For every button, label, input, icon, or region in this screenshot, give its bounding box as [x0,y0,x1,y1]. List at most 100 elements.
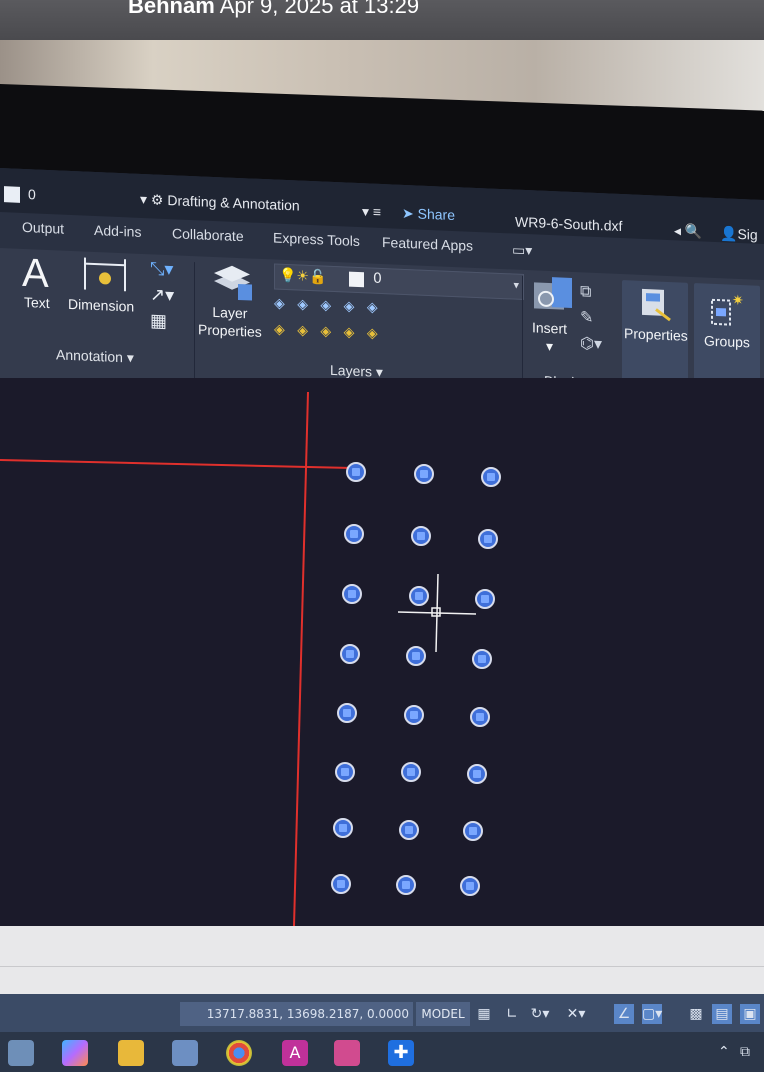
layers-panel-label: Layers [330,361,373,380]
command-line-area[interactable] [0,926,764,996]
dimension-tool-icon[interactable] [82,253,128,295]
drawing-canvas[interactable] [0,378,764,938]
tab-express-tools[interactable]: Express Tools [273,229,360,249]
chevron-down-icon: ▾ [513,278,519,292]
gear-icon: ⚙ [150,191,164,208]
point-node[interactable] [406,646,426,666]
share-button[interactable]: ➤ Share [402,205,455,224]
search-icon[interactable]: ◂ 🔍 [674,222,702,240]
office-app-icon[interactable] [172,1040,198,1066]
lightbulb-icon: 💡☀🔓 [279,267,327,286]
tab-overflow-icon[interactable]: ▭▾ [512,241,532,259]
point-node[interactable] [396,875,416,895]
point-node[interactable] [481,467,501,487]
point-node[interactable] [401,762,421,782]
chevron-down-icon: ▾ [140,190,151,208]
share-label: Share [417,205,455,224]
svg-text:✷: ✷ [732,293,744,309]
model-space-button[interactable]: MODEL [416,1002,470,1026]
selection-icon[interactable]: ▢▾ [642,1004,662,1024]
block-tools-icon[interactable]: ⧉ ✎ ⌬▾ [580,278,602,357]
properties-icon [642,288,671,322]
workspace-switcher[interactable]: ▾ ⚙ Drafting & Annotation [140,191,300,215]
isolate-icon[interactable]: ▣ [740,1004,760,1024]
insert-label[interactable]: Insert ▾ [532,318,567,355]
file-explorer-icon[interactable] [118,1040,144,1066]
message-header: Behnam Apr 9, 2025 at 13:29 [0,0,764,40]
point-node[interactable] [463,821,483,841]
point-node[interactable] [467,764,487,784]
tab-featured-apps[interactable]: Featured Apps [382,234,473,254]
leader-icon[interactable]: ⤡▾ [150,258,173,280]
lineweight-icon[interactable]: ∠ [614,1004,634,1024]
point-node[interactable] [475,589,495,609]
coordinates-readout: 13717.8831, 13698.2187, 0.0000 [180,1002,413,1026]
copilot-icon[interactable] [62,1040,88,1066]
chevron-up-icon[interactable]: ⌃ [718,1044,730,1060]
point-node[interactable] [404,705,424,725]
point-node[interactable] [472,649,492,669]
osnap-icon[interactable]: ✕▾ [566,1004,586,1024]
app-icon[interactable] [334,1040,360,1066]
sender-name: Behnam [128,0,215,18]
point-node[interactable] [414,464,434,484]
point-node[interactable] [346,462,366,482]
annotation-panel-title[interactable]: Annotation ▾ [56,346,134,366]
quick-access-dropdown[interactable]: ▾ ≡ [362,203,381,221]
file-name: WR9-6-South.dxf [515,213,623,235]
annotation-panel-label: Annotation [56,346,123,366]
workspace-icon[interactable]: ▤ [712,1004,732,1024]
send-icon: ➤ [402,204,414,222]
point-node[interactable] [409,586,429,606]
layer-tools-row-1[interactable]: ◈ ◈ ◈ ◈ ◈ [274,295,382,316]
point-node[interactable] [333,818,353,838]
dimension-tool-label[interactable]: Dimension [68,295,134,316]
point-node[interactable] [342,584,362,604]
tab-output[interactable]: Output [22,219,64,237]
tray-icon[interactable]: ⧉ [740,1044,750,1060]
desktop-app-icon[interactable] [8,1040,34,1066]
message-timestamp: Apr 9, 2025 at 13:29 [219,0,420,18]
chrome-icon[interactable] [226,1040,252,1066]
text-tool-icon[interactable]: A [22,251,49,296]
tab-collaborate[interactable]: Collaborate [172,225,244,244]
divider [0,966,764,967]
point-node[interactable] [344,524,364,544]
layer-tools-row-2[interactable]: ◈ ◈ ◈ ◈ ◈ [274,321,382,342]
sign-in-button[interactable]: 👤Sig [720,225,758,244]
point-node[interactable] [340,644,360,664]
grid-icon[interactable]: ▦ [474,1004,494,1024]
point-node[interactable] [399,820,419,840]
polar-icon[interactable]: ↻▾ [530,1004,550,1024]
tab-add-ins[interactable]: Add-ins [94,222,141,240]
divider [194,262,195,393]
groups-label: Groups [704,332,750,351]
point-node[interactable] [478,529,498,549]
ortho-icon[interactable]: ∟ [502,1004,522,1024]
autocad-icon[interactable]: A [282,1040,308,1066]
layer-dropdown[interactable]: 💡☀🔓 0 ▾ [274,263,524,300]
point-node[interactable] [335,762,355,782]
layer-properties-label[interactable]: Layer Properties [198,302,262,341]
node-grid [0,378,764,938]
annotation-scale-icon[interactable]: ▩ [686,1004,706,1024]
layer-color-icon [349,271,364,288]
user-icon: 👤 [720,225,738,242]
multileader-icon[interactable]: ↗▾ [150,284,174,306]
layer-dropdown-value: 0 [373,270,382,288]
point-node[interactable] [331,874,351,894]
sign-in-label: Sig [737,225,758,243]
point-node[interactable] [460,876,480,896]
properties-label: Properties [624,325,688,344]
groups-icon: ✷ [711,293,744,326]
point-node[interactable] [411,526,431,546]
table-icon[interactable]: ▦ [150,310,167,332]
title-layer-value: 0 [28,186,36,203]
point-node[interactable] [470,707,490,727]
text-tool-label[interactable]: Text [24,293,50,312]
plus-app-icon[interactable]: ✚ [388,1040,414,1066]
insert-block-icon[interactable] [532,274,574,316]
workspace-label: Drafting & Annotation [167,192,300,214]
point-node[interactable] [337,703,357,723]
layer-stack-icon[interactable] [210,259,254,303]
